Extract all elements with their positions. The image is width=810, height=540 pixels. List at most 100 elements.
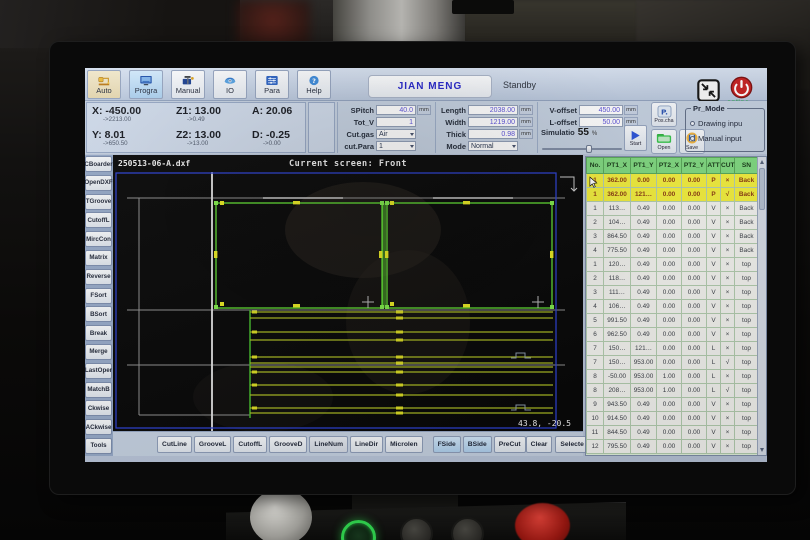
pr-mode-option-2[interactable]: Manual input: [690, 131, 742, 146]
scroll-up-icon[interactable]: [760, 160, 764, 164]
poscha-button[interactable]: P.Pos.cha: [651, 102, 677, 127]
table-row[interactable]: 1362.00121…0.000.00P√Back: [587, 188, 759, 202]
bottom-bside-button[interactable]: BSide: [463, 436, 492, 453]
bottom-grooved-button[interactable]: GrooveD: [269, 436, 307, 453]
table-row[interactable]: 1362.000.000.000.00P×Back: [587, 174, 759, 188]
pr-mode-option-1[interactable]: Drawing inpu: [690, 116, 742, 131]
column-header-sn[interactable]: SN: [735, 158, 759, 174]
bottom-microlen-button[interactable]: Microlen: [385, 436, 423, 453]
bottom-clear-button[interactable]: Clear: [526, 436, 553, 453]
column-header-pt1y[interactable]: PT1_Y: [631, 158, 657, 174]
table-row[interactable]: 4106…0.490.000.00V×top: [587, 300, 759, 314]
collapse-window-button[interactable]: [697, 79, 720, 102]
nav-help-button[interactable]: ?Help: [297, 70, 331, 99]
sidebar-item-ackwise[interactable]: ACkwise: [85, 419, 112, 435]
table-row[interactable]: 7150…121…0.000.00L×top: [587, 342, 759, 356]
bottom-precut-button[interactable]: PreCut: [494, 436, 526, 453]
table-row[interactable]: 3864.500.490.000.00V×Back: [587, 230, 759, 244]
nav-manual-button[interactable]: Manual: [171, 70, 205, 99]
table-row[interactable]: 9943.500.490.000.00V×top: [587, 398, 759, 412]
param-select[interactable]: Normal: [468, 141, 518, 151]
physical-stop-button[interactable]: [515, 503, 570, 540]
table-row[interactable]: 10914.500.490.000.00V×top: [587, 412, 759, 426]
start-button[interactable]: Start: [624, 125, 647, 151]
column-header-no[interactable]: No.: [587, 158, 604, 174]
cell-sn: Back: [735, 230, 759, 244]
param-select[interactable]: Air: [376, 129, 416, 139]
physical-dial[interactable]: [250, 489, 312, 540]
bottom-cutline-button[interactable]: CutLine: [157, 436, 192, 453]
sidebar-item-mirccon[interactable]: MircCon: [85, 231, 112, 247]
sidebar-item-matrix[interactable]: Matrix: [85, 250, 112, 266]
sidebar-item-lastoper[interactable]: LastOper: [85, 363, 112, 379]
table-row[interactable]: 11844.500.490.000.00V×top: [587, 426, 759, 440]
cell-no: 4: [587, 300, 604, 314]
cell-no: 9: [587, 398, 604, 412]
param-input[interactable]: 0.98: [468, 129, 518, 139]
table-row[interactable]: 4775.500.490.000.00V×Back: [587, 244, 759, 258]
cell-pt2y: 0.00: [682, 272, 707, 286]
bottom-fside-button[interactable]: FSide: [433, 436, 461, 453]
param-select[interactable]: 1: [376, 141, 416, 151]
sidebar-item-reverse[interactable]: Reverse: [85, 269, 112, 285]
param-input[interactable]: 40.0: [376, 105, 416, 115]
scrollbar-thumb[interactable]: [759, 168, 765, 210]
simulation-slider[interactable]: [542, 146, 622, 152]
svg-text:?: ?: [312, 76, 316, 84]
column-header-pt2y[interactable]: PT2_Y: [682, 158, 707, 174]
sidebar-item-opendxf[interactable]: OpenDXF: [85, 175, 112, 191]
cell-no: 10: [587, 412, 604, 426]
column-header-pt2x[interactable]: PT2_X: [657, 158, 682, 174]
sidebar-item-bsort[interactable]: BSort: [85, 306, 112, 322]
cad-drawing[interactable]: [113, 172, 583, 431]
sidebar-item-fsort[interactable]: FSort: [85, 288, 112, 304]
param-input[interactable]: 2038.00: [468, 105, 518, 115]
cell-cut: ×: [721, 412, 735, 426]
param-input[interactable]: 1: [376, 117, 416, 127]
sidebar-item-cboarder[interactable]: CBoarder: [85, 156, 112, 172]
table-row[interactable]: 2104…0.490.000.00V×Back: [587, 216, 759, 230]
cell-att: V: [707, 272, 721, 286]
sidebar-item-tgroove[interactable]: TGroove: [85, 194, 112, 210]
open-button[interactable]: Open: [651, 129, 677, 154]
cell-no: 3: [587, 286, 604, 300]
param-input[interactable]: 1219.00: [468, 117, 518, 127]
sidebar-item-ckwise[interactable]: Ckwise: [85, 400, 112, 416]
table-scrollbar[interactable]: [757, 157, 766, 455]
table-row[interactable]: 1120…0.490.000.00V×top: [587, 258, 759, 272]
table-row[interactable]: 3111…0.490.000.00V×top: [587, 286, 759, 300]
bottom-linenum-button[interactable]: LineNum: [309, 436, 348, 453]
table-row[interactable]: 8-50.00953.001.000.00L×top: [587, 370, 759, 384]
param-input[interactable]: 450.00: [579, 105, 623, 115]
bottom-linedir-button[interactable]: LineDir: [350, 436, 383, 453]
sidebar-item-break[interactable]: Break: [85, 325, 112, 341]
sidebar-item-merge[interactable]: Merge: [85, 344, 112, 360]
nav-progra-button[interactable]: Progra: [129, 70, 163, 99]
scroll-down-icon[interactable]: [760, 448, 764, 452]
table-row[interactable]: 2118…0.490.000.00V×top: [587, 272, 759, 286]
nav-para-button[interactable]: Para: [255, 70, 289, 99]
table-row[interactable]: 12795.500.490.000.00V×top: [587, 440, 759, 454]
table-row[interactable]: 6962.500.490.000.00V×top: [587, 328, 759, 342]
param-input[interactable]: 50.00: [579, 117, 623, 127]
sidebar-item-tools[interactable]: Tools: [85, 438, 112, 454]
table-row[interactable]: 7150…953.000.000.00L√top: [587, 356, 759, 370]
nav-auto-button[interactable]: Auto: [87, 70, 121, 99]
param-value: 1219.00: [490, 119, 515, 126]
table-row[interactable]: 1113…0.490.000.00V×Back: [587, 202, 759, 216]
bottom-cutoffl-button[interactable]: CutoffL: [233, 436, 267, 453]
bottom-toolbar: CutLineGrooveLCutoffLGrooveDLineNumLineD…: [113, 431, 583, 456]
bottom-groovel-button[interactable]: GrooveL: [194, 436, 232, 453]
column-header-cut[interactable]: CUT: [721, 158, 735, 174]
slider-thumb[interactable]: [586, 145, 592, 153]
cell-pt2x: 0.00: [657, 440, 682, 454]
column-header-pt1x[interactable]: PT1_X: [604, 158, 631, 174]
column-header-att[interactable]: ATT: [707, 158, 721, 174]
sidebar-item-matchb[interactable]: MatchB: [85, 382, 112, 398]
nav-io-button[interactable]: IO: [213, 70, 247, 99]
table-row[interactable]: 5991.500.490.000.00V×top: [587, 314, 759, 328]
cad-canvas[interactable]: 250513-06-A.dxf Current screen: Front: [113, 155, 583, 431]
sidebar-item-cutoffl[interactable]: CutoffL: [85, 212, 112, 228]
table-row[interactable]: 8208…953.001.000.00L√top: [587, 384, 759, 398]
power-button[interactable]: [730, 76, 753, 99]
